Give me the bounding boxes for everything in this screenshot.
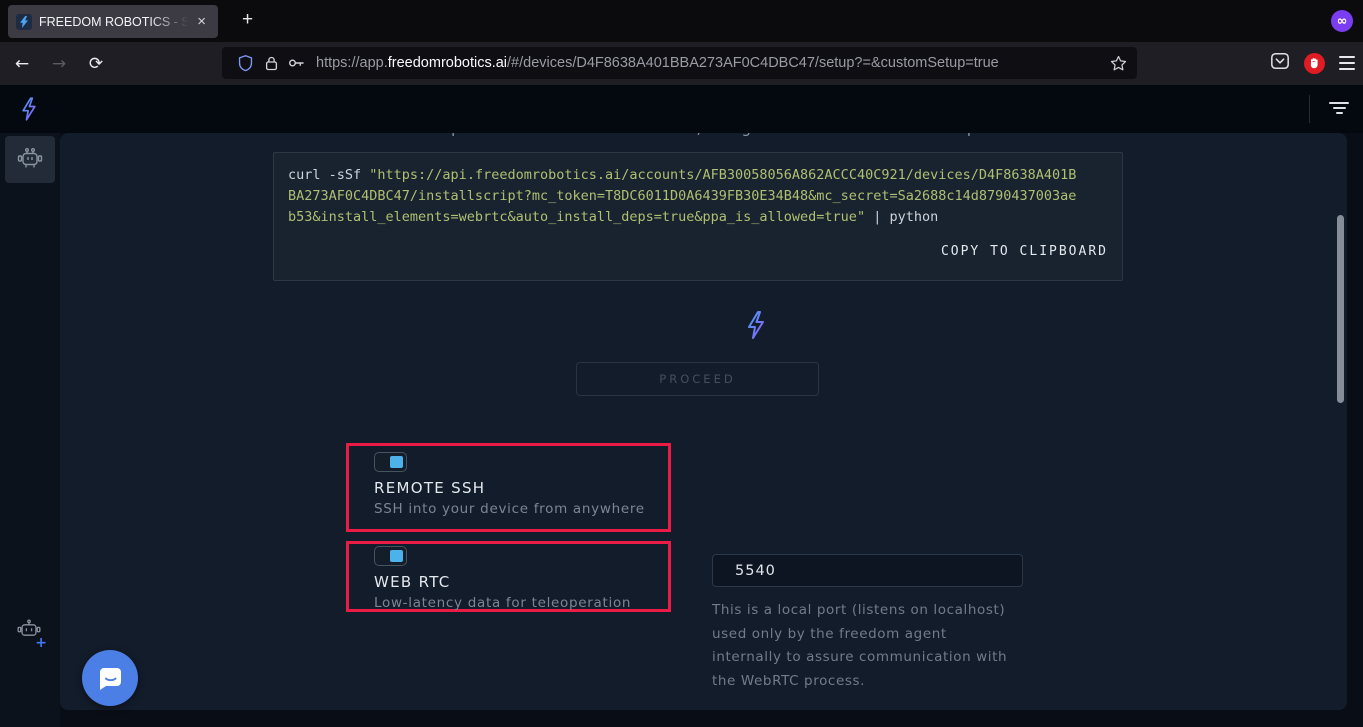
browser-toolbar: ← → ⟳ https://app.freedomrobotics.ai/#/d… [0, 42, 1363, 85]
freedom-robotics-logo-bolt-icon [19, 96, 39, 126]
loading-bolt-icon [744, 310, 890, 344]
toolbar-extensions-area [1270, 47, 1355, 79]
url-domain: freedomrobotics.ai [387, 55, 508, 71]
chat-bubble-icon [100, 668, 121, 690]
hamburger-menu-icon[interactable] [1339, 56, 1355, 70]
freedom-robotics-favicon-icon [16, 13, 32, 30]
new-tab-button[interactable]: + [234, 8, 261, 32]
pocket-icon[interactable] [1270, 51, 1290, 75]
blocker-extension-hand-icon[interactable] [1304, 52, 1325, 74]
feature-title: WEB RTC [374, 573, 451, 591]
reload-button[interactable]: ⟳ [81, 49, 111, 79]
toggle-knob [390, 456, 403, 468]
instruction-text-clipped: Please paste it into a terminal window, … [60, 133, 1347, 137]
browser-tab-bar: FREEDOM ROBOTICS - Se × + ∞ [0, 0, 1363, 42]
feature-subtitle: SSH into your device from anywhere [374, 501, 645, 517]
robot-icon [17, 147, 43, 167]
port-description: This is a local port (listens on localho… [712, 602, 1008, 689]
bookmark-star-icon[interactable] [1110, 55, 1127, 72]
web-rtc-toggle[interactable] [374, 546, 407, 566]
feature-card-remote-ssh: REMOTE SSH SSH into your device from any… [346, 443, 671, 532]
key-icon[interactable] [284, 50, 310, 76]
back-button[interactable]: ← [7, 49, 37, 79]
url-path: /#/devices/D4F8638A401BBA273AF0C4DBC47/s… [507, 55, 999, 71]
browser-tab[interactable]: FREEDOM ROBOTICS - Se × [8, 5, 218, 38]
app-header [0, 85, 1363, 133]
browser-window: FREEDOM ROBOTICS - Se × + ∞ ← → ⟳ https:… [0, 0, 1363, 727]
setup-content-card: Please paste it into a terminal window, … [60, 133, 1347, 710]
private-browsing-mask-icon: ∞ [1331, 10, 1353, 32]
url-prefix: https://app. [316, 55, 388, 71]
webrtc-port-input[interactable] [712, 554, 1023, 587]
code-lines: curl -sSf "https://api.freedomrobotics.a… [288, 167, 1077, 225]
install-command-code-block[interactable]: curl -sSf "https://api.freedomrobotics.a… [273, 152, 1123, 281]
filter-sort-icon[interactable] [1329, 102, 1349, 114]
toggle-knob [390, 550, 403, 562]
header-divider [1309, 95, 1310, 123]
url-bar[interactable]: https://app.freedomrobotics.ai/#/devices… [222, 47, 1137, 79]
lock-icon[interactable] [258, 50, 284, 76]
intercom-chat-launcher[interactable] [82, 650, 138, 706]
feature-card-web-rtc: WEB RTC Low-latency data for teleoperati… [346, 541, 671, 612]
tab-title: FREEDOM ROBOTICS - Se [39, 14, 194, 29]
forward-button: → [51, 53, 67, 74]
freedom-robotics-app: + Please paste it into a terminal window… [0, 85, 1363, 727]
remote-ssh-toggle[interactable] [374, 452, 407, 472]
proceed-button[interactable]: PROCEED [576, 362, 819, 396]
feature-title: REMOTE SSH [374, 479, 486, 497]
tab-close-icon[interactable]: × [193, 12, 210, 31]
sidebar: + [0, 133, 60, 727]
tracking-shield-icon[interactable] [232, 50, 258, 76]
feature-subtitle: Low-latency data for teleoperation [374, 595, 632, 611]
url-text[interactable]: https://app.freedomrobotics.ai/#/devices… [316, 55, 1110, 71]
plus-icon: + [35, 635, 47, 651]
scrollbar-thumb[interactable] [1337, 215, 1344, 403]
copy-to-clipboard-button[interactable]: COPY TO CLIPBOARD [288, 241, 1108, 262]
sidebar-item-device-active[interactable] [5, 136, 55, 183]
add-device-button[interactable]: + [16, 618, 47, 651]
